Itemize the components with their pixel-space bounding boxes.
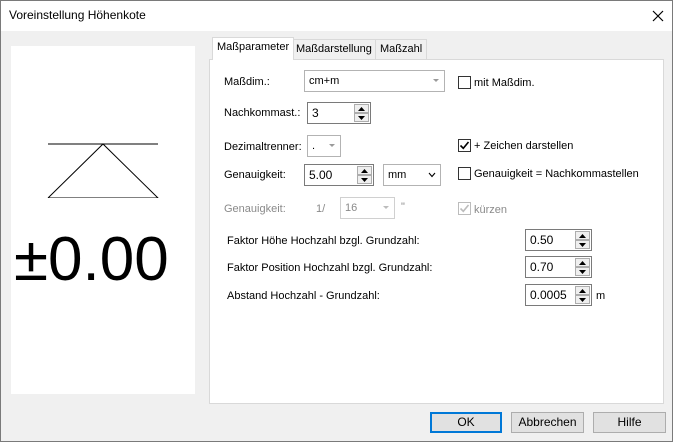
nachkommast-label: Nachkommast.: <box>224 107 301 119</box>
arrow-up-icon <box>579 288 586 293</box>
arrow-down-icon <box>579 242 586 247</box>
faktor-position-stepper[interactable]: 0.70 <box>525 256 592 278</box>
faktor-position-value: 0.70 <box>530 260 554 274</box>
tab-masszahl[interactable]: Maßzahl <box>375 39 428 59</box>
genauigkeit-unit-select[interactable]: mm <box>383 164 441 186</box>
abbrechen-button[interactable]: Abbrechen <box>511 412 584 433</box>
genauigkeit-down-button[interactable] <box>357 175 372 184</box>
massdim-value: cm+m <box>309 75 340 87</box>
zeichen-darstellen-checkbox[interactable] <box>458 139 471 152</box>
kuerzen-checkbox[interactable] <box>458 202 471 215</box>
arrow-up-icon <box>358 106 365 111</box>
chevron-down-icon <box>383 206 389 209</box>
chevron-down-icon <box>433 79 439 82</box>
checkmark-icon <box>459 141 470 150</box>
arrow-down-icon <box>361 177 368 182</box>
abstand-value: 0.0005 <box>530 288 567 302</box>
massdim-label: Maßdim.: <box>224 76 270 88</box>
mit-massdim-checkbox[interactable] <box>458 76 471 89</box>
chevron-down-icon <box>329 144 335 147</box>
genauigkeit-inch-label: Genauigkeit: <box>224 203 286 215</box>
faktor-position-up-button[interactable] <box>575 258 590 267</box>
arrow-up-icon <box>579 260 586 265</box>
abstand-down-button[interactable] <box>575 295 590 304</box>
abstand-unit: m <box>596 290 606 302</box>
kuerzen-label: kürzen <box>474 204 508 216</box>
genauigkeit-inch-value: 16 <box>345 202 358 214</box>
faktor-hoehe-up-button[interactable] <box>575 231 590 240</box>
nachkommast-value: 3 <box>312 106 319 120</box>
ok-button[interactable]: OK <box>430 412 502 433</box>
preview-frame <box>4 40 202 400</box>
title-bar: Voreinstellung Höhenkote <box>0 0 673 31</box>
nachkommast-up-button[interactable] <box>354 104 369 113</box>
arrow-up-icon <box>579 233 586 238</box>
arrow-down-icon <box>579 297 586 302</box>
window-title: Voreinstellung Höhenkote <box>9 8 146 22</box>
genauigkeit-nachkommastellen-label: Genauigkeit = Nachkommastellen <box>474 168 639 180</box>
abstand-up-button[interactable] <box>575 286 590 295</box>
hilfe-button[interactable]: Hilfe <box>593 412 666 433</box>
faktor-hoehe-label: Faktor Höhe Hochzahl bzgl. Grundzahl: <box>227 235 420 247</box>
close-icon <box>652 10 664 21</box>
faktor-position-label: Faktor Position Hochzahl bzgl. Grundzahl… <box>227 262 433 274</box>
mit-massdim-label: mit Maßdim. <box>474 77 535 89</box>
tab-massparameter[interactable]: Maßparameter <box>212 37 295 60</box>
elevation-symbol-icon <box>47 143 159 198</box>
genauigkeit-stepper[interactable]: 5.00 <box>304 164 374 186</box>
dezimaltrenner-label: Dezimaltrenner: <box>224 141 302 153</box>
arrow-up-icon <box>361 168 368 173</box>
faktor-hoehe-value: 0.50 <box>530 233 554 247</box>
genauigkeit-value: 5.00 <box>309 168 333 182</box>
genauigkeit-label: Genauigkeit: <box>224 169 286 181</box>
genauigkeit-inch-prefix: 1/ <box>316 203 326 215</box>
genauigkeit-nachkommastellen-checkbox[interactable] <box>458 167 471 180</box>
abstand-stepper[interactable]: 0.0005 <box>525 284 592 306</box>
dezimaltrenner-value: . <box>312 140 316 152</box>
nachkommast-stepper[interactable]: 3 <box>307 102 371 124</box>
faktor-position-down-button[interactable] <box>575 267 590 276</box>
genauigkeit-unit-value: mm <box>388 169 407 181</box>
abstand-label: Abstand Hochzahl - Grundzahl: <box>227 290 380 302</box>
chevron-down-icon <box>428 172 436 178</box>
dezimaltrenner-select[interactable]: . <box>307 135 341 157</box>
genauigkeit-up-button[interactable] <box>357 166 372 175</box>
faktor-hoehe-stepper[interactable]: 0.50 <box>525 229 592 251</box>
close-button[interactable] <box>643 0 673 31</box>
faktor-hoehe-down-button[interactable] <box>575 240 590 249</box>
genauigkeit-inch-suffix: " <box>401 201 405 213</box>
zeichen-darstellen-label: + Zeichen darstellen <box>474 140 574 152</box>
arrow-down-icon <box>579 269 586 274</box>
nachkommast-down-button[interactable] <box>354 113 369 122</box>
elevation-preview-value: ±0.00 <box>14 225 169 294</box>
checkmark-icon <box>459 204 470 213</box>
genauigkeit-inch-select[interactable]: 16 <box>340 197 395 219</box>
arrow-down-icon <box>358 115 365 120</box>
tab-massdarstellung[interactable]: Maßdarstellung <box>291 39 377 59</box>
massdim-select[interactable]: cm+m <box>304 70 445 92</box>
